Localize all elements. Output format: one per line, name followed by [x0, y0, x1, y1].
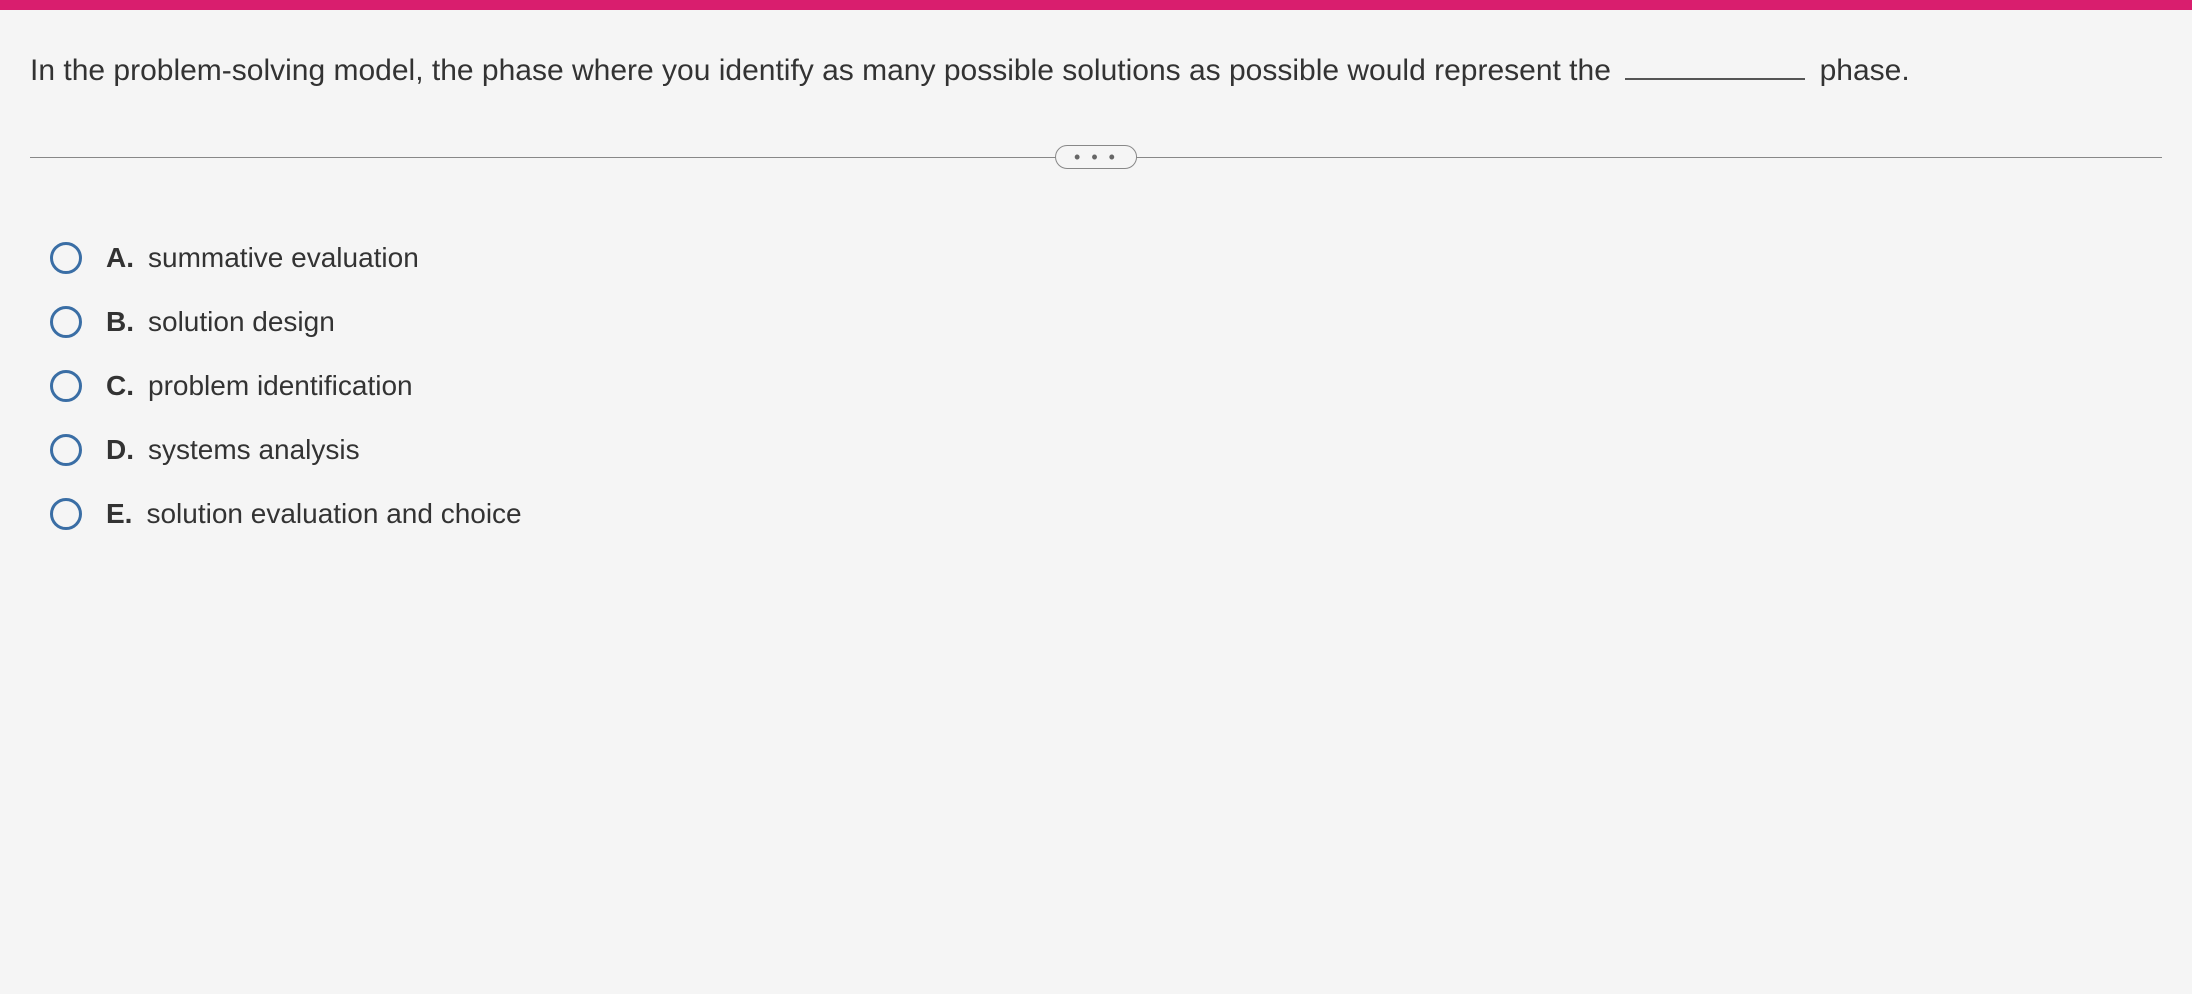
radio-icon — [50, 370, 82, 402]
option-label: A. summative evaluation — [106, 242, 419, 274]
option-text: systems analysis — [148, 434, 360, 465]
question-text-after: phase. — [1820, 54, 1910, 87]
option-text: solution design — [148, 306, 335, 337]
option-text: solution evaluation and choice — [146, 498, 521, 529]
option-label: C. problem identification — [106, 370, 413, 402]
radio-icon — [50, 498, 82, 530]
option-text: problem identification — [148, 370, 413, 401]
option-letter: B. — [106, 306, 134, 337]
option-letter: C. — [106, 370, 134, 401]
option-letter: A. — [106, 242, 134, 273]
question-text-before: In the problem-solving model, the phase … — [30, 54, 1611, 87]
fill-in-blank — [1625, 78, 1805, 80]
radio-icon — [50, 306, 82, 338]
radio-icon — [50, 434, 82, 466]
question-text: In the problem-solving model, the phase … — [30, 50, 2162, 92]
radio-icon — [50, 242, 82, 274]
expand-button[interactable]: • • • — [1055, 145, 1137, 169]
option-letter: E. — [106, 498, 132, 529]
option-d[interactable]: D. systems analysis — [50, 434, 2162, 466]
option-c[interactable]: C. problem identification — [50, 370, 2162, 402]
divider-row: • • • — [30, 142, 2162, 172]
top-accent-bar — [0, 0, 2192, 10]
option-b[interactable]: B. solution design — [50, 306, 2162, 338]
question-panel: In the problem-solving model, the phase … — [0, 10, 2192, 994]
option-text: summative evaluation — [148, 242, 419, 273]
options-list: A. summative evaluation B. solution design… — [30, 242, 2162, 530]
option-label: B. solution design — [106, 306, 335, 338]
option-letter: D. — [106, 434, 134, 465]
option-a[interactable]: A. summative evaluation — [50, 242, 2162, 274]
option-label: E. solution evaluation and choice — [106, 498, 522, 530]
option-label: D. systems analysis — [106, 434, 360, 466]
option-e[interactable]: E. solution evaluation and choice — [50, 498, 2162, 530]
